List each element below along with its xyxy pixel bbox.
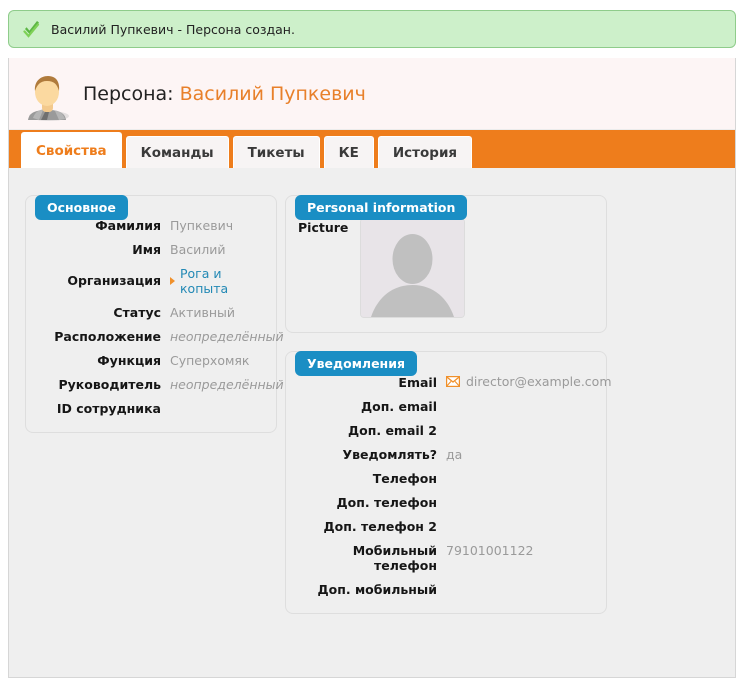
field-mobile-extra-label: Доп. мобильный xyxy=(317,582,437,597)
success-banner: Василий Пупкевич - Персона создан. xyxy=(8,10,736,48)
panel-notifications-body: Email director@example.com Доп. email До… xyxy=(285,351,612,614)
field-phone: Телефон xyxy=(298,471,594,486)
panel-personal-title: Personal information xyxy=(295,195,468,220)
tab-bar: Свойства Команды Тикеты КЕ История xyxy=(9,130,735,168)
email-text: director@example.com xyxy=(466,374,612,389)
field-location: Расположение неопределённый xyxy=(38,329,283,344)
field-surname-label: Фамилия xyxy=(95,218,161,233)
panel-basic-body: Фамилия Пупкевич Имя Василий Организация… xyxy=(25,195,284,433)
field-location-value: неопределённый xyxy=(170,329,284,344)
page-title-label: Персона: xyxy=(83,82,174,105)
tab-properties[interactable]: Свойства xyxy=(21,132,122,168)
field-phone-label: Телефон xyxy=(372,471,437,486)
page-title: Персона: Василий Пупкевич xyxy=(83,83,366,105)
panel-basic: Основное Фамилия Пупкевич Имя Василий Ор… xyxy=(25,195,284,433)
field-mobile-extra: Доп. мобильный xyxy=(298,582,594,597)
field-email: Email director@example.com xyxy=(298,374,611,390)
field-email-extra-label: Доп. email xyxy=(361,399,437,414)
person-avatar-icon xyxy=(28,75,69,121)
field-organization-label: Организация xyxy=(67,273,161,288)
check-icon xyxy=(23,21,40,38)
field-firstname-label: Имя xyxy=(132,242,161,257)
field-status-value: Активный xyxy=(170,305,236,320)
field-employee-id: ID сотрудника xyxy=(38,401,264,416)
panel-personal-information: Personal information Picture xyxy=(285,195,607,333)
field-notify-value: да xyxy=(446,447,463,462)
avatar-placeholder-icon xyxy=(360,218,466,318)
field-location-label: Расположение xyxy=(54,329,161,344)
field-function-value: Суперхомяк xyxy=(170,353,250,368)
tab-tickets[interactable]: Тикеты xyxy=(232,136,320,168)
field-phone-extra: Доп. телефон xyxy=(298,495,594,510)
left-column: Основное Фамилия Пупкевич Имя Василий Ор… xyxy=(25,182,284,451)
page-title-name: Василий Пупкевич xyxy=(179,82,366,105)
tab-teams[interactable]: Команды xyxy=(125,136,229,168)
right-column: Personal information Picture Уведомления… xyxy=(285,182,612,632)
field-mobile-label: Мобильный телефон xyxy=(352,543,437,573)
field-organization-value[interactable]: Рога и копыта xyxy=(170,266,264,296)
field-surname-value: Пупкевич xyxy=(170,218,234,233)
field-mobile: Мобильный телефон 79101001122 xyxy=(298,543,594,573)
tab-ke[interactable]: КЕ xyxy=(323,136,374,168)
field-mobile-value: 79101001122 xyxy=(446,543,534,558)
field-manager-label: Руководитель xyxy=(58,377,161,392)
field-status-label: Статус xyxy=(113,305,161,320)
picture-row: Picture xyxy=(298,218,594,318)
tab-content-properties: Основное Фамилия Пупкевич Имя Василий Ор… xyxy=(9,168,735,676)
field-email-value[interactable]: director@example.com xyxy=(446,374,612,389)
tab-history[interactable]: История xyxy=(377,136,473,168)
page-header: Персона: Василий Пупкевич xyxy=(9,58,735,130)
field-email-extra-2-label: Доп. email 2 xyxy=(347,423,437,438)
field-notify: Уведомлять? да xyxy=(298,447,594,462)
triangle-bullet-icon xyxy=(170,277,175,285)
field-notify-label: Уведомлять? xyxy=(342,447,437,462)
field-function-label: Функция xyxy=(97,353,161,368)
organization-link-text: Рога и копыта xyxy=(180,266,229,296)
success-banner-text: Василий Пупкевич - Персона создан. xyxy=(51,21,295,37)
mail-icon xyxy=(446,376,460,387)
panel-basic-title: Основное xyxy=(35,195,128,220)
field-manager-value: неопределённый xyxy=(170,377,284,392)
panel-notifications: Уведомления Email director@example.com Д… xyxy=(285,351,612,614)
field-firstname-value: Василий xyxy=(170,242,226,257)
field-employee-id-label: ID сотрудника xyxy=(56,401,161,416)
field-surname: Фамилия Пупкевич xyxy=(38,218,264,233)
field-organization: Организация Рога и копыта xyxy=(38,266,264,296)
field-phone-extra-2: Доп. телефон 2 xyxy=(298,519,594,534)
field-email-extra-2: Доп. email 2 xyxy=(298,423,594,438)
field-firstname: Имя Василий xyxy=(38,242,264,257)
field-manager: Руководитель неопределённый xyxy=(38,377,283,392)
field-email-extra: Доп. email xyxy=(298,399,594,414)
panel-notifications-title: Уведомления xyxy=(295,351,417,376)
field-email-label: Email xyxy=(398,375,437,390)
field-phone-extra-2-label: Доп. телефон 2 xyxy=(323,519,438,534)
field-function: Функция Суперхомяк xyxy=(38,353,264,368)
person-page: Персона: Василий Пупкевич Свойства Коман… xyxy=(8,58,736,678)
field-phone-extra-label: Доп. телефон xyxy=(336,495,437,510)
field-status: Статус Активный xyxy=(38,305,264,320)
picture-label: Picture xyxy=(298,220,349,235)
